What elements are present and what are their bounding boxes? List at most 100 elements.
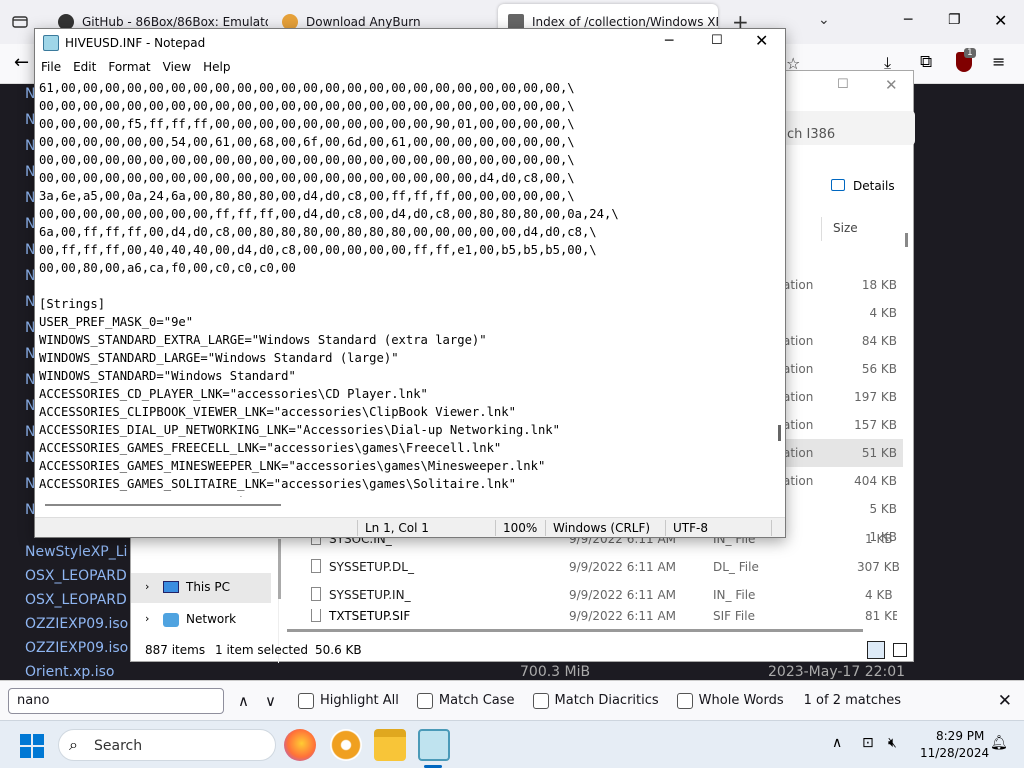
- notepad-text-area[interactable]: 61,00,00,00,00,00,00,00,00,00,00,00,00,0…: [39, 79, 771, 497]
- details-pane-icon: [831, 179, 845, 191]
- table-row[interactable]: SYSSETUP.IN_ 9/9/2022 6:11 AM IN_ File 4…: [287, 581, 897, 609]
- table-row[interactable]: 5 KB: [783, 495, 903, 523]
- text-line: 00,00,00,00,f5,ff,ff,ff,00,00,00,00,00,0…: [39, 117, 575, 131]
- taskbar-search[interactable]: ⌕ Search: [58, 729, 276, 761]
- file-size: 404 KB: [854, 474, 897, 488]
- windows-start-icon[interactable]: [20, 734, 44, 758]
- find-next-icon[interactable]: ∨: [265, 692, 276, 710]
- table-row[interactable]: SYSSETUP.DL_ 9/9/2022 6:11 AM DL_ File 3…: [287, 553, 900, 581]
- horizontal-scrollbar[interactable]: [287, 629, 863, 632]
- h-scrollbar-thumb[interactable]: [45, 504, 281, 506]
- network-status-icon[interactable]: ⊡: [862, 735, 874, 751]
- file-size: 56 KB: [861, 362, 897, 376]
- nav-item-network[interactable]: › Network: [131, 605, 271, 635]
- file-icon: [311, 609, 321, 622]
- file-type: ation: [783, 390, 814, 404]
- file-size: 197 KB: [854, 390, 897, 404]
- extensions-icon[interactable]: ⧉: [920, 52, 932, 72]
- system-tray-chevron-icon[interactable]: ∧: [832, 735, 842, 751]
- zoom-level: 100%: [503, 521, 538, 535]
- close-find-bar-icon[interactable]: ✕: [998, 691, 1012, 711]
- text-line: 61,00,00,00,00,00,00,00,00,00,00,00,00,0…: [39, 81, 575, 95]
- highlight-all-checkbox[interactable]: Highlight All: [297, 692, 399, 709]
- minimize-browser-button[interactable]: ─: [904, 12, 912, 28]
- menu-file[interactable]: File: [35, 60, 67, 74]
- file-link[interactable]: OZZIEXP09.iso: [25, 640, 128, 656]
- encoding: UTF-8: [673, 521, 708, 535]
- app-menu-icon[interactable]: ≡: [992, 52, 1005, 71]
- table-row[interactable]: ation 84 KB: [783, 327, 903, 355]
- item-count: 887 items: [145, 643, 206, 657]
- menu-edit[interactable]: Edit: [67, 60, 102, 74]
- menu-help[interactable]: Help: [197, 60, 236, 74]
- minimize-button[interactable]: ─: [665, 33, 673, 49]
- extension-badge: 1: [964, 48, 976, 58]
- text-line: 00,00,00,00,00,00,54,00,61,00,68,00,6f,0…: [39, 135, 575, 149]
- file-type: ation: [783, 278, 814, 292]
- table-row[interactable]: ation 197 KB: [783, 383, 903, 411]
- column-header-size[interactable]: Size: [833, 221, 858, 235]
- nav-item-this-pc[interactable]: › This PC: [131, 573, 271, 603]
- details-button[interactable]: Details: [853, 179, 895, 193]
- explorer-search-hint: ch I386: [787, 127, 836, 142]
- restore-browser-button[interactable]: ❐: [948, 12, 961, 28]
- menu-format[interactable]: Format: [102, 60, 156, 74]
- explorer-maximize-button[interactable]: ☐: [837, 77, 849, 92]
- table-row[interactable]: ation 404 KB: [783, 467, 903, 495]
- list-all-tabs-icon[interactable]: [10, 12, 30, 32]
- maximize-button[interactable]: ☐: [711, 33, 723, 48]
- text-line: ACCESSORIES_GAMES_"Accessories\Games: [39, 493, 771, 497]
- file-link[interactable]: Orient.xp.iso: [25, 664, 114, 680]
- vertical-scrollbar[interactable]: [776, 79, 784, 497]
- explorer-scrollbar[interactable]: [905, 233, 908, 247]
- file-type: ation: [783, 418, 814, 432]
- clock-date[interactable]: 11/28/2024: [920, 746, 989, 760]
- table-row[interactable]: ation 51 KB: [783, 439, 903, 467]
- text-line: ACCESSORIES_GAMES_MINESWEEPER_LNK="acces…: [39, 459, 546, 473]
- horizontal-scrollbar[interactable]: [39, 499, 773, 511]
- window-title: HIVEUSD.INF - Notepad: [65, 36, 206, 50]
- match-diacritics-checkbox[interactable]: Match Diacritics: [532, 692, 659, 709]
- table-row[interactable]: ation 157 KB: [783, 411, 903, 439]
- text-line: ACCESSORIES_CLIPBOOK_VIEWER_LNK="accesso…: [39, 405, 516, 419]
- text-line: ACCESSORIES_GAMES_SOLITAIRE_LNK="accesso…: [39, 477, 516, 491]
- close-browser-button[interactable]: ✕: [994, 11, 1007, 30]
- notepad-menu-bar: File Edit Format View Help: [35, 57, 785, 77]
- file-link[interactable]: OSX_LEOPARD: [25, 568, 127, 584]
- notepad-taskbar-icon[interactable]: [418, 729, 450, 761]
- whole-words-checkbox[interactable]: Whole Words: [676, 692, 784, 709]
- tab-overflow-chevron-icon[interactable]: ⌄: [818, 12, 830, 28]
- table-row[interactable]: ation 56 KB: [783, 355, 903, 383]
- tiles-view-icon[interactable]: [893, 643, 907, 657]
- file-size: 84 KB: [861, 334, 897, 348]
- details-view-icon[interactable]: [867, 641, 885, 659]
- file-link[interactable]: OZZIEXP09.iso: [25, 616, 128, 632]
- checkbox-icon: [297, 692, 314, 709]
- find-input[interactable]: nano: [8, 687, 224, 714]
- find-previous-icon[interactable]: ∧: [238, 692, 249, 710]
- notification-bell-icon[interactable]: 🔔︎: [990, 735, 1008, 751]
- text-line: 6a,00,ff,ff,ff,00,d4,d0,c8,00,80,80,80,0…: [39, 225, 597, 239]
- explorer-close-button[interactable]: ✕: [885, 76, 898, 94]
- cursor-position: Ln 1, Col 1: [365, 521, 429, 535]
- checkbox-icon: [416, 692, 433, 709]
- close-button[interactable]: ✕: [755, 31, 768, 50]
- table-row-clipped: TXTSETUP.SIF 9/9/2022 6:11 AM SIF File 8…: [287, 609, 897, 623]
- file-explorer-icon[interactable]: [374, 729, 406, 761]
- back-arrow-icon[interactable]: ←: [14, 52, 29, 73]
- firefox-icon[interactable]: [284, 729, 316, 761]
- clock-time[interactable]: 8:29 PM: [936, 729, 984, 743]
- table-row[interactable]: 4 KB: [783, 299, 903, 327]
- anyburn-taskbar-icon[interactable]: [330, 729, 362, 761]
- scrollbar-thumb[interactable]: [778, 425, 781, 441]
- nav-scrollbar[interactable]: [278, 539, 281, 599]
- file-link[interactable]: NewStyleXP_Li: [25, 544, 127, 560]
- file-icon: [311, 587, 321, 601]
- file-link[interactable]: OSX_LEOPARD: [25, 592, 127, 608]
- menu-view[interactable]: View: [157, 60, 197, 74]
- match-case-checkbox[interactable]: Match Case: [416, 692, 515, 709]
- volume-muted-icon[interactable]: 🔇︎: [888, 735, 897, 751]
- table-row[interactable]: ation 18 KB: [783, 271, 903, 299]
- notepad-title-bar[interactable]: HIVEUSD.INF - Notepad ─ ☐ ✕: [35, 29, 785, 57]
- text-line: ACCESSORIES_CD_PLAYER_LNK="accessories\C…: [39, 387, 428, 401]
